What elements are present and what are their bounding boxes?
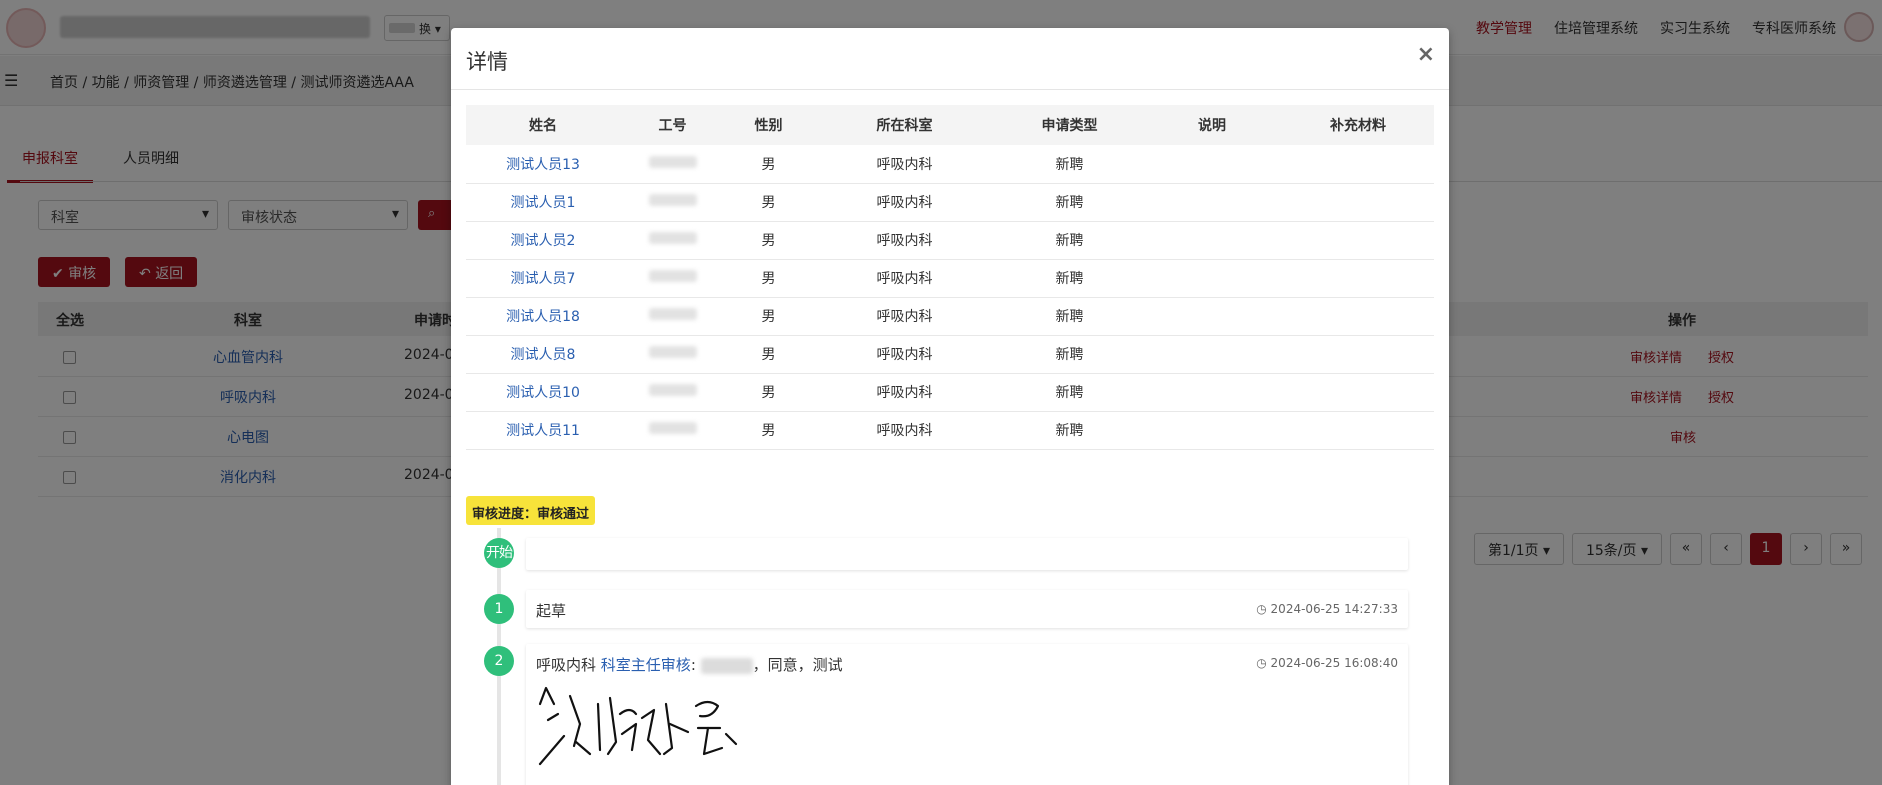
timeline-step1-node: 1 [484,594,514,624]
dept: 呼吸内科 [812,297,997,336]
step2-dept: 呼吸内科 [536,656,597,674]
handwritten-signature [538,686,738,766]
dept: 呼吸内科 [812,335,997,374]
table-row: 测试人员13 男呼吸内科 新聘 [466,145,1434,184]
detail-modal: 详情 × 姓名 工号 性别 所在科室 申请类型 说明 补充材料 测试人员13 男呼… [451,28,1449,785]
material [1282,297,1434,336]
person-name-link[interactable]: 测试人员13 [466,145,620,184]
material [1282,335,1434,374]
person-name-link[interactable]: 测试人员2 [466,221,620,260]
person-name-link[interactable]: 测试人员8 [466,335,620,374]
step1-text: 起草 [536,602,567,620]
table-row: 测试人员10 男呼吸内科 新聘 [466,373,1434,412]
material [1282,221,1434,260]
employee-id [620,259,725,298]
material [1282,259,1434,298]
timeline-start-card [526,538,1408,570]
timeline-step2-card: 呼吸内科 科室主任审核: ，同意，测试 ◷ 2024-06-25 16:08:4… [526,644,1408,785]
close-icon[interactable]: × [1417,42,1435,67]
note [1142,297,1282,336]
gender: 男 [725,373,812,412]
step1-time: ◷ 2024-06-25 14:27:33 [1256,602,1398,616]
col-name: 姓名 [466,105,620,145]
gender: 男 [725,335,812,374]
apply-type: 新聘 [997,221,1142,260]
gender: 男 [725,221,812,260]
reviewer-name-blurred [700,657,753,674]
note [1142,335,1282,374]
person-name-link[interactable]: 测试人员1 [466,183,620,222]
col-material: 补充材料 [1282,105,1434,145]
note [1142,145,1282,184]
employee-id [620,297,725,336]
col-type: 申请类型 [997,105,1142,145]
material [1282,145,1434,184]
dept: 呼吸内科 [812,145,997,184]
timeline-step2-node: 2 [484,646,514,676]
step1-time-value: 2024-06-25 14:27:33 [1270,602,1398,616]
person-name-link[interactable]: 测试人员11 [466,411,620,450]
table-row: 测试人员1 男呼吸内科 新聘 [466,183,1434,222]
step2-time-value: 2024-06-25 16:08:40 [1270,656,1398,670]
gender: 男 [725,411,812,450]
timeline-start-node: 开始 [484,538,514,568]
apply-type: 新聘 [997,183,1142,222]
apply-type: 新聘 [997,259,1142,298]
person-name-link[interactable]: 测试人员10 [466,373,620,412]
apply-type: 新聘 [997,411,1142,450]
dept: 呼吸内科 [812,411,997,450]
personnel-table: 姓名 工号 性别 所在科室 申请类型 说明 补充材料 测试人员13 男呼吸内科 新聘… [466,105,1434,450]
table-row: 测试人员7 男呼吸内科 新聘 [466,259,1434,298]
person-name-link[interactable]: 测试人员18 [466,297,620,336]
step2-text: 呼吸内科 科室主任审核: ，同意，测试 [536,654,843,675]
clock-icon: ◷ [1256,656,1267,670]
table-row: 测试人员11 男呼吸内科 新聘 [466,411,1434,450]
dept: 呼吸内科 [812,259,997,298]
employee-id [620,183,725,222]
employee-id [620,221,725,260]
clock-icon: ◷ [1256,602,1267,616]
step2-colon: : [690,656,696,674]
employee-id [620,335,725,374]
gender: 男 [725,259,812,298]
employee-id [620,145,725,184]
col-id: 工号 [620,105,725,145]
person-name-link[interactable]: 测试人员7 [466,259,620,298]
step2-comment: ，同意，测试 [752,656,843,674]
apply-type: 新聘 [997,373,1142,412]
material [1282,411,1434,450]
note [1142,221,1282,260]
table-header-row: 姓名 工号 性别 所在科室 申请类型 说明 补充材料 [466,105,1434,145]
note [1142,373,1282,412]
apply-type: 新聘 [997,335,1142,374]
employee-id [620,373,725,412]
col-note: 说明 [1142,105,1282,145]
dept: 呼吸内科 [812,373,997,412]
apply-type: 新聘 [997,297,1142,336]
material [1282,183,1434,222]
col-dept: 所在科室 [812,105,997,145]
gender: 男 [725,183,812,222]
timeline-step1-card: 起草 ◷ 2024-06-25 14:27:33 [526,590,1408,628]
audit-progress-badge: 审核进度：审核通过 [466,496,596,525]
modal-header: 详情 × [451,28,1449,90]
modal-title: 详情 [466,50,508,74]
apply-type: 新聘 [997,145,1142,184]
table-row: 测试人员2 男呼吸内科 新聘 [466,221,1434,260]
step2-time: ◷ 2024-06-25 16:08:40 [1256,656,1398,670]
note [1142,259,1282,298]
material [1282,373,1434,412]
gender: 男 [725,145,812,184]
gender: 男 [725,297,812,336]
table-row: 测试人员18 男呼吸内科 新聘 [466,297,1434,336]
dept: 呼吸内科 [812,221,997,260]
note [1142,183,1282,222]
dept: 呼吸内科 [812,183,997,222]
note [1142,411,1282,450]
table-row: 测试人员8 男呼吸内科 新聘 [466,335,1434,374]
col-gender: 性别 [725,105,812,145]
step2-role: 科室主任审核 [600,656,691,674]
employee-id [620,411,725,450]
